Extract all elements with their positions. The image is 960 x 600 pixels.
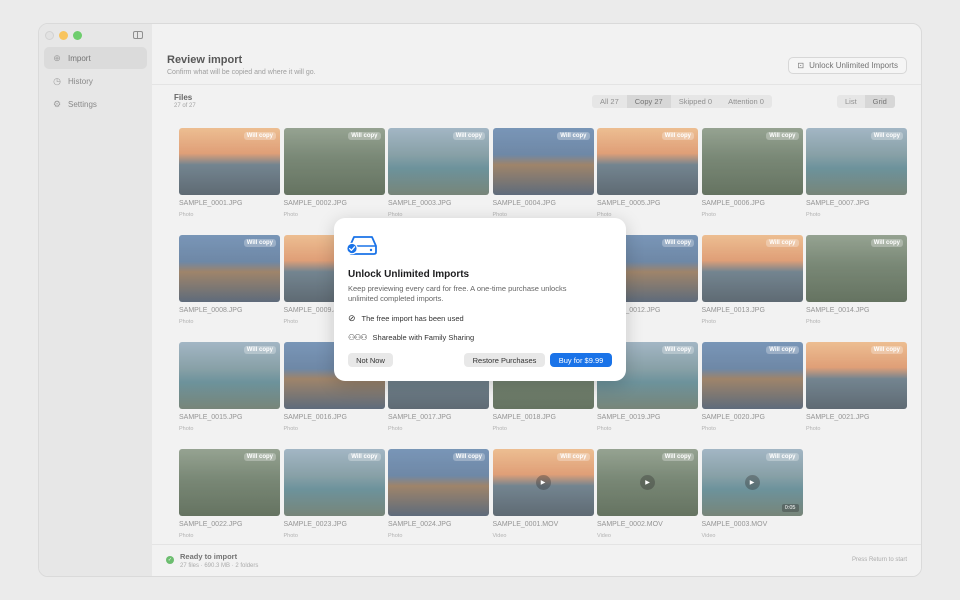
modal-row-free-import: ⊘ The free import has been used xyxy=(348,313,464,324)
drive-icon xyxy=(346,236,377,255)
restore-purchases-button[interactable]: Restore Purchases xyxy=(464,353,545,367)
modal-row-label: Shareable with Family Sharing xyxy=(372,333,475,342)
not-now-button[interactable]: Not Now xyxy=(348,353,393,367)
check-circle-icon: ⊘ xyxy=(348,313,356,323)
modal-body: Keep previewing every card for free. A o… xyxy=(348,284,567,303)
buy-button[interactable]: Buy for $9.99 xyxy=(550,353,612,367)
modal-row-family-sharing: ⚇⚇⚇ Shareable with Family Sharing xyxy=(348,333,474,342)
modal-row-label: The free import has been used xyxy=(361,314,464,323)
unlock-modal: Unlock Unlimited Imports Keep previewing… xyxy=(334,218,626,381)
people-icon: ⚇⚇⚇ xyxy=(348,333,367,342)
modal-title: Unlock Unlimited Imports xyxy=(348,269,470,280)
